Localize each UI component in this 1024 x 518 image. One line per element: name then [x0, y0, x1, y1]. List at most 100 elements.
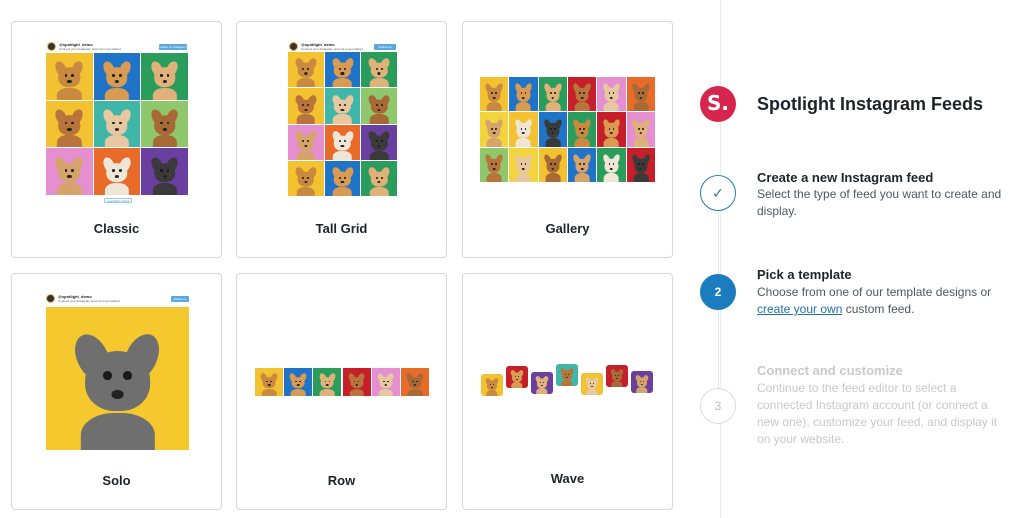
template-card-wave[interactable]: Wave	[462, 273, 673, 510]
template-label-tall-grid: Tall Grid	[315, 221, 368, 236]
dog-photo-thumbnail	[371, 368, 400, 396]
preview-follow-button: Follow on Instagram	[159, 44, 187, 50]
template-grid: @spotlight_demo Connect your Instagram a…	[10, 20, 674, 518]
spotlight-logo: S.	[700, 86, 736, 122]
dog-photo-thumbnail	[288, 88, 324, 124]
dog-photo-thumbnail	[93, 53, 141, 100]
dog-photo-thumbnail	[509, 77, 538, 112]
dog-photo-thumbnail	[141, 100, 188, 148]
dog-photo-thumbnail	[324, 52, 361, 88]
dog-photo-thumbnail	[626, 147, 655, 182]
dog-photo-thumbnail	[531, 372, 553, 394]
dog-photo-thumbnail	[509, 147, 538, 182]
template-card-solo[interactable]: @spotlight_demo Connect your Instagram a…	[11, 273, 222, 510]
create-your-own-link[interactable]: create your own	[757, 302, 842, 316]
dog-photo-thumbnail	[597, 77, 626, 112]
dog-photo-thumbnail	[342, 368, 371, 396]
dog-photo-thumbnail	[361, 88, 397, 124]
dog-photo-thumbnail	[46, 100, 93, 148]
dog-photo-thumbnail	[361, 160, 397, 196]
dog-photo-thumbnail	[568, 112, 597, 147]
dog-photo-thumbnail	[480, 147, 509, 182]
dog-photo-thumbnail	[556, 364, 578, 386]
brand-title: Spotlight Instagram Feeds	[757, 94, 984, 114]
step-2-title: Pick a template	[757, 267, 852, 282]
dog-photo-thumbnail	[93, 148, 141, 195]
dog-photo-thumbnail	[538, 112, 567, 147]
step-3-badge: 3	[700, 388, 736, 424]
tall-grid-preview	[288, 52, 397, 196]
template-label-wave: Wave	[550, 471, 585, 486]
dog-photo-thumbnail	[46, 307, 189, 450]
preview-load-more: Load More Posts	[104, 198, 132, 203]
avatar	[289, 42, 298, 51]
step-2-description-suffix: custom feed.	[845, 302, 915, 316]
dog-photo-thumbnail	[255, 368, 284, 396]
dog-photo-thumbnail	[597, 112, 626, 147]
template-label-gallery: Gallery	[545, 221, 590, 236]
dog-photo-thumbnail	[480, 112, 509, 147]
template-card-classic[interactable]: @spotlight_demo Connect your Instagram a…	[11, 21, 222, 258]
template-card-gallery[interactable]: Gallery	[462, 21, 673, 258]
dog-photo-thumbnail	[538, 147, 567, 182]
dog-photo-thumbnail	[631, 371, 653, 393]
dog-photo-thumbnail	[581, 373, 603, 395]
avatar	[47, 42, 56, 51]
step-2-description-text: Choose from one of our template designs …	[757, 285, 992, 299]
step-3-description: Continue to the feed editor to select a …	[757, 381, 998, 446]
step-2-description: Choose from one of our template designs …	[757, 284, 1012, 318]
dog-photo-thumbnail	[568, 77, 597, 112]
dog-photo-thumbnail	[288, 160, 324, 196]
solo-preview	[46, 307, 189, 450]
gallery-preview	[480, 77, 655, 182]
preview-follow-button: Follow on Instagram	[171, 296, 189, 307]
template-card-tall-grid[interactable]: @spotlight_demo Connect your Instagram a…	[236, 21, 447, 258]
dog-photo-thumbnail	[141, 148, 188, 195]
dog-photo-thumbnail	[288, 52, 324, 88]
row-preview	[255, 368, 429, 396]
dog-photo-thumbnail	[538, 77, 567, 112]
preview-bio: Connect your Instagram account to get st…	[59, 47, 121, 51]
preview-follow-button: Follow on Instagram	[374, 44, 396, 55]
dog-photo-thumbnail	[46, 148, 93, 195]
dog-photo-thumbnail	[324, 124, 361, 160]
dog-photo-thumbnail	[626, 77, 655, 112]
classic-preview	[46, 53, 188, 195]
dog-photo-thumbnail	[481, 374, 503, 396]
dog-photo-thumbnail	[626, 112, 655, 147]
dog-photo-thumbnail	[509, 112, 538, 147]
dog-photo-thumbnail	[361, 124, 397, 160]
template-label-classic: Classic	[93, 221, 140, 236]
step-2-badge: 2	[700, 274, 736, 310]
dog-photo-thumbnail	[480, 77, 509, 112]
preview-header: @spotlight_demo Connect your Instagram a…	[289, 42, 363, 51]
dog-photo-thumbnail	[361, 52, 397, 88]
template-label-solo: Solo	[102, 473, 131, 488]
template-label-row: Row	[327, 473, 356, 488]
panel-divider	[720, 0, 721, 518]
preview-header: @spotlight_demo Connect your Instagram a…	[47, 42, 121, 51]
step-1-checkmark-icon: ✓	[700, 175, 736, 211]
step-1-title: Create a new Instagram feed	[757, 170, 934, 185]
dog-photo-thumbnail	[606, 365, 628, 387]
dog-photo-thumbnail	[288, 124, 324, 160]
dog-photo-thumbnail	[568, 147, 597, 182]
dog-photo-thumbnail	[93, 100, 141, 148]
dog-photo-thumbnail	[313, 368, 342, 396]
dog-photo-thumbnail	[506, 366, 528, 388]
dog-photo-thumbnail	[46, 53, 93, 100]
preview-bio: Connect your Instagram account to get st…	[301, 47, 363, 51]
dog-photo-thumbnail	[597, 147, 626, 182]
wave-preview	[481, 364, 655, 398]
dog-photo-thumbnail	[324, 88, 361, 124]
avatar	[46, 294, 55, 303]
dog-photo-thumbnail	[284, 368, 313, 396]
dog-photo-thumbnail	[141, 53, 188, 100]
step-1-description: Select the type of feed you want to crea…	[757, 187, 1002, 218]
preview-header: @spotlight_demo Connect your Instagram a…	[46, 294, 120, 303]
step-3-title: Connect and customize	[757, 363, 903, 378]
dog-photo-thumbnail	[324, 160, 361, 196]
template-card-row[interactable]: Row	[236, 273, 447, 510]
dog-photo-thumbnail	[400, 368, 429, 396]
preview-bio: Connect your Instagram account to get st…	[58, 299, 120, 303]
